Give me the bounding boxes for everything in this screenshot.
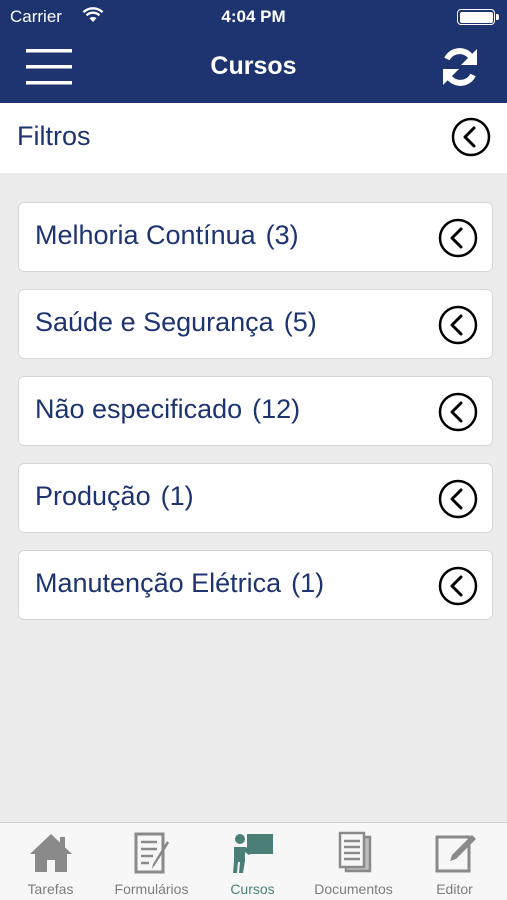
home-icon xyxy=(29,834,72,872)
category-name: Manutenção Elétrica xyxy=(35,568,282,598)
top-bar: Carrier 4:04 PM Cursos xyxy=(0,0,507,103)
list-item[interactable]: Produção (1) xyxy=(18,463,493,533)
battery-icon xyxy=(457,9,499,25)
tab-label: Documentos xyxy=(314,881,393,897)
list-item[interactable]: Melhoria Contínua (3) xyxy=(18,202,493,272)
refresh-button[interactable] xyxy=(439,46,481,88)
tab-label: Cursos xyxy=(230,881,275,897)
category-name: Não especificado xyxy=(35,394,243,424)
documents-icon xyxy=(338,831,371,873)
status-time: 4:04 PM xyxy=(221,7,286,26)
expand-button[interactable] xyxy=(438,566,478,606)
tab-bar: Tarefas Formulários Cursos Documentos Ed… xyxy=(0,822,507,900)
expand-button[interactable] xyxy=(438,305,478,345)
category-name: Produção xyxy=(35,481,151,511)
course-category-list: Melhoria Contínua (3) Saúde e Segurança (5… xyxy=(18,202,493,637)
page-title: Cursos xyxy=(210,52,297,80)
status-bar: Carrier 4:04 PM xyxy=(0,0,507,34)
filters-header[interactable]: Filtros xyxy=(0,103,507,173)
edit-icon xyxy=(435,835,476,873)
tab-editor[interactable]: Editor xyxy=(404,823,505,900)
refresh-icon xyxy=(443,48,477,86)
category-name: Melhoria Contínua xyxy=(35,220,256,250)
category-count: (1) xyxy=(160,481,194,511)
presenter-icon xyxy=(232,834,273,873)
filters-label: Filtros xyxy=(17,121,91,151)
tab-tarefas[interactable]: Tarefas xyxy=(0,823,101,900)
list-item[interactable]: Saúde e Segurança (5) xyxy=(18,289,493,359)
tab-documentos[interactable]: Documentos xyxy=(303,823,404,900)
tab-label: Formulários xyxy=(114,881,189,897)
form-icon xyxy=(134,832,169,874)
expand-button[interactable] xyxy=(438,479,478,519)
chevron-left-circle-icon xyxy=(438,479,478,519)
tab-label: Tarefas xyxy=(27,881,74,897)
tab-formularios[interactable]: Formulários xyxy=(101,823,202,900)
expand-button[interactable] xyxy=(438,392,478,432)
category-name: Saúde e Segurança xyxy=(35,307,274,337)
chevron-left-circle-icon xyxy=(438,566,478,606)
chevron-left-circle-icon xyxy=(438,305,478,345)
chevron-left-circle-icon xyxy=(438,392,478,432)
list-item[interactable]: Manutenção Elétrica (1) xyxy=(18,550,493,620)
tab-cursos[interactable]: Cursos xyxy=(202,823,303,900)
category-count: (1) xyxy=(291,568,325,598)
chevron-left-circle-icon xyxy=(438,218,478,258)
list-item[interactable]: Não especificado (12) xyxy=(18,376,493,446)
category-count: (12) xyxy=(252,394,301,424)
filters-toggle-button[interactable] xyxy=(451,117,491,157)
category-count: (5) xyxy=(283,307,317,337)
chevron-left-circle-icon xyxy=(451,117,491,157)
category-count: (3) xyxy=(265,220,299,250)
tab-label: Editor xyxy=(436,881,473,897)
expand-button[interactable] xyxy=(438,218,478,258)
